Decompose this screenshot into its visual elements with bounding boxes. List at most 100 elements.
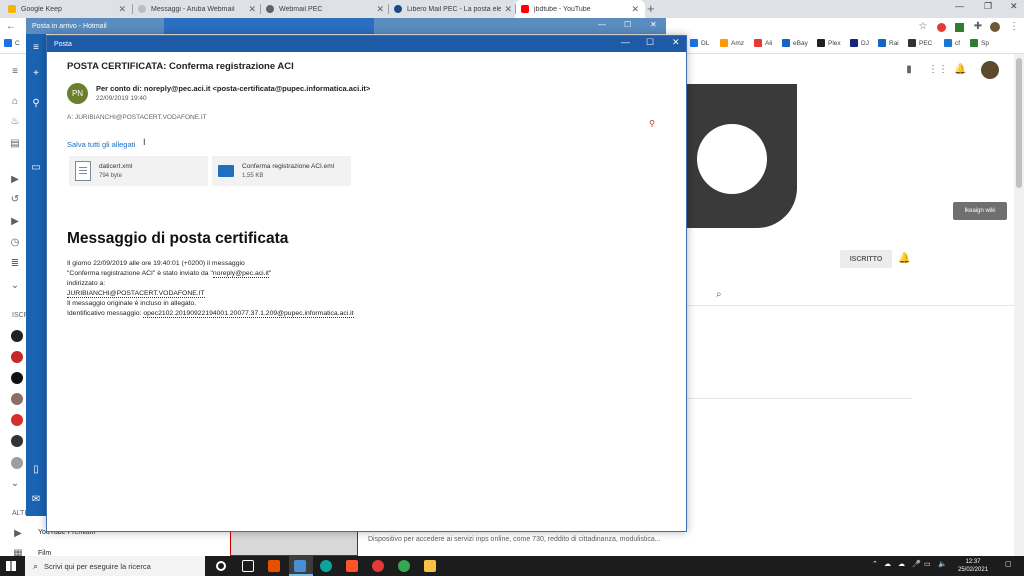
network-icon[interactable]: ▭ [924,560,931,568]
youtube-premium-icon[interactable]: ▶ [12,528,24,540]
tab-libero-mail[interactable]: Libero Mail PEC - La posta elettr ✕ [388,0,518,18]
close-icon[interactable]: ✕ [118,4,126,15]
bookmark-item[interactable]: cf [944,39,960,47]
brave-icon[interactable] [346,560,358,572]
channel-avatar[interactable] [11,435,23,447]
maximize-icon[interactable]: ☐ [646,37,654,48]
tab-google-keep[interactable]: Google Keep ✕ [2,0,132,18]
tab-webmail-pec[interactable]: Webmail PEC ✕ [260,0,390,18]
opera-icon[interactable] [372,560,384,572]
maximize-icon[interactable]: ❐ [984,1,992,12]
volume-icon[interactable]: 🔈 [938,560,947,568]
banner-link-button[interactable]: Ikeaign wiki [953,202,1007,220]
microphone-icon[interactable]: 🎤 [912,560,921,568]
bookmark-item[interactable]: Sp [970,39,989,47]
sender-email-link[interactable]: noreply@pec.aci.it [212,270,269,278]
page-scrollbar[interactable] [1014,54,1024,556]
file-explorer-icon[interactable] [424,560,436,572]
user-remove-icon[interactable]: ⚲ [647,119,657,129]
minimize-icon[interactable]: — [621,37,630,47]
taskbar-app-icon[interactable] [268,560,280,572]
channel-avatar[interactable] [11,351,23,363]
notifications-bell-icon[interactable]: 🔔 [954,64,966,76]
recipient-line[interactable]: A: JURIBIANCHI@POSTACERT.VODAFONE.IT [67,114,207,121]
tray-app-icon[interactable]: ☁ [884,560,891,568]
library-icon[interactable]: ▶ [9,174,21,186]
account-avatar[interactable] [981,61,999,79]
bookmark-item[interactable]: Ali [754,39,772,47]
channel-avatar[interactable] [11,457,23,469]
message-id-link[interactable]: opec2102.20190922194001.20077.37.1.209@p… [143,310,354,318]
folder-icon[interactable]: ▭ [30,162,42,174]
task-view-icon[interactable] [242,560,254,572]
puzzle-icon[interactable]: ✚ [972,21,984,33]
hamburger-menu-icon[interactable]: ≡ [30,42,42,54]
channel-avatar[interactable] [11,330,23,342]
back-arrow-icon[interactable]: ← [5,21,17,33]
new-mail-icon[interactable]: + [30,68,42,80]
attachment-eml[interactable]: Conferma registrazione ACI.eml 1,55 KB [212,156,351,186]
hamburger-menu-icon[interactable]: ≡ [9,66,21,78]
extension-green-icon[interactable] [955,23,964,32]
attachment-daticert[interactable]: daticert.xml 794 byte [69,156,208,186]
bookmark-item[interactable]: DJ [850,39,869,47]
new-tab-icon[interactable]: + [647,1,655,16]
edge-icon[interactable] [320,560,332,572]
channel-avatar[interactable] [11,393,23,405]
scrollbar-thumb[interactable] [1016,58,1022,188]
windows-start-icon[interactable] [6,561,16,571]
cortana-icon[interactable] [216,561,226,571]
minimize-icon[interactable]: — [955,1,964,11]
taskbar-search-box[interactable]: ⌕ Scrivi qui per eseguire la ricerca [25,556,205,576]
account-icon[interactable]: ⚲ [30,98,42,110]
chevron-down-icon[interactable]: ⌄ [9,280,21,292]
close-window-icon[interactable]: ✕ [672,37,680,48]
close-window-icon[interactable]: ✕ [650,20,657,29]
bookmark-item[interactable]: Plex [817,39,841,47]
bookmark-item[interactable]: Rai [878,39,899,47]
close-icon[interactable]: ✕ [631,4,639,15]
minimize-icon[interactable]: — [598,20,606,29]
close-icon[interactable]: ✕ [376,4,384,15]
save-all-attachments-link[interactable]: Salva tutti gli allegati [67,140,135,149]
chevron-up-icon[interactable]: ⌃ [872,560,878,568]
video-thumbnail[interactable] [230,530,358,556]
notification-center-icon[interactable]: ▢ [1005,560,1012,568]
explore-icon[interactable]: ♨ [9,116,21,128]
bookmark-item[interactable]: eBay [782,39,808,47]
tab-youtube[interactable]: jbdtube - YouTube ✕ [515,0,645,18]
chrome-icon[interactable] [398,560,410,572]
mail-icon[interactable]: ✉ [30,494,42,506]
chevron-down-icon[interactable]: ⌄ [9,478,21,490]
close-window-icon[interactable]: ✕ [1010,1,1018,12]
home-icon[interactable]: ⌂ [9,96,21,108]
extension-opera-icon[interactable] [937,23,946,32]
mobile-icon[interactable]: ▯ [30,464,42,476]
bell-icon[interactable]: 🔔 [898,253,910,264]
sender-line[interactable]: Per conto di: noreply@pec.aci.it <posta-… [96,84,370,93]
taskbar-clock[interactable]: 12:37 25/02/2021 [958,558,988,574]
star-icon[interactable]: ☆ [917,21,929,33]
onedrive-icon[interactable]: ☁ [898,560,905,568]
apps-grid-icon[interactable]: ⋮⋮ [928,64,948,76]
subscriptions-icon[interactable]: ▤ [9,138,21,150]
playlist-icon[interactable]: ≣ [9,258,21,270]
tab-aruba-webmail[interactable]: Messaggi - Aruba Webmail ✕ [132,0,262,18]
subscribed-button[interactable]: ISCRITTO [840,250,892,268]
search-icon[interactable]: ⌕ [716,289,722,300]
maximize-icon[interactable]: ☐ [624,20,631,29]
bookmark-item[interactable]: PEC [908,39,932,47]
profile-avatar[interactable] [990,22,1000,32]
your-videos-icon[interactable]: ▶ [9,216,21,228]
create-video-icon[interactable]: ▮ [903,64,915,76]
history-icon[interactable]: ↺ [9,194,21,206]
watch-later-icon[interactable]: ◷ [9,237,21,249]
channel-avatar[interactable] [11,414,23,426]
menu-dots-icon[interactable]: ⋮ [1008,21,1020,33]
recipient-email-link[interactable]: JURIBIANCHI@POSTACERT.VODAFONE.IT [67,290,205,298]
close-icon[interactable]: ✕ [248,4,256,15]
channel-avatar[interactable] [11,372,23,384]
bookmark-item[interactable]: C [4,39,20,47]
bookmark-item[interactable]: Amz [720,39,744,47]
mail-app-taskbar-icon[interactable] [294,560,306,572]
